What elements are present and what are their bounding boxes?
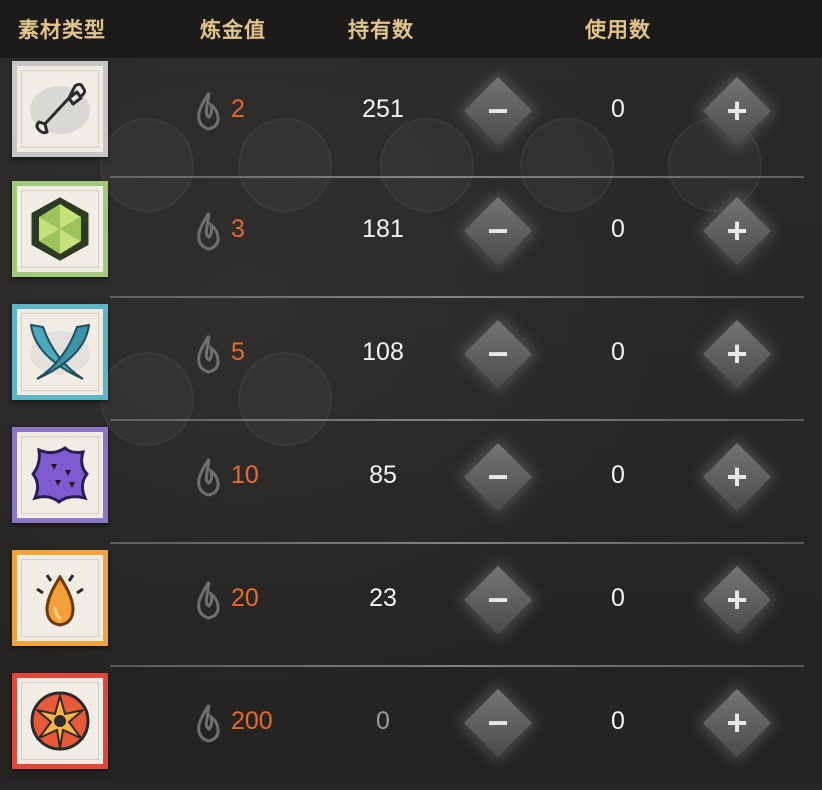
owned-count: 251 — [362, 95, 404, 123]
owned-count: 85 — [369, 461, 397, 489]
used-count: 0 — [611, 584, 625, 612]
material-row: 3 181 − 0 + — [0, 175, 822, 298]
material-row: 5 108 − 0 + — [0, 298, 822, 421]
decrease-button[interactable]: − — [464, 197, 532, 265]
flame-icon — [197, 335, 220, 374]
material-card[interactable] — [12, 427, 108, 523]
minus-icon: − — [487, 210, 509, 251]
plus-icon: + — [726, 90, 748, 131]
used-count: 0 — [611, 461, 625, 489]
minus-icon: − — [487, 579, 509, 620]
material-row: 20 23 − 0 + — [0, 544, 822, 667]
used-count: 0 — [611, 338, 625, 366]
table-header: 素材类型 炼金值 持有数 使用数 — [0, 0, 822, 58]
hexagon-crystal-icon — [31, 197, 89, 261]
material-card[interactable] — [12, 550, 108, 646]
flame-icon — [197, 581, 220, 620]
plus-icon: + — [726, 210, 748, 251]
decrease-button[interactable]: − — [464, 320, 532, 388]
plus-icon: + — [726, 579, 748, 620]
material-card[interactable] — [12, 304, 108, 400]
material-card[interactable] — [12, 181, 108, 277]
decrease-button[interactable]: − — [464, 689, 532, 757]
flame-icon — [197, 704, 220, 743]
used-count: 0 — [611, 707, 625, 735]
flame-icon — [197, 212, 220, 251]
flame-icon — [197, 458, 220, 497]
increase-button[interactable]: + — [703, 320, 771, 388]
decrease-button[interactable]: − — [464, 443, 532, 511]
alchemy-value: 10 — [231, 461, 259, 489]
alchemy-material-panel: 素材类型 炼金值 持有数 使用数 2 251 − 0 + 3 181 − 0 +… — [0, 0, 822, 781]
used-count: 0 — [611, 215, 625, 243]
minus-icon: − — [487, 456, 509, 497]
increase-button[interactable]: + — [703, 689, 771, 757]
header-owned-count: 持有数 — [348, 19, 414, 42]
material-row: 10 85 − 0 + — [0, 421, 822, 544]
increase-button[interactable]: + — [703, 197, 771, 265]
material-card[interactable] — [12, 61, 108, 157]
minus-icon: − — [487, 702, 509, 743]
alchemy-value: 20 — [231, 584, 259, 612]
owned-count: 181 — [362, 215, 404, 243]
plus-icon: + — [726, 456, 748, 497]
bone-icon — [30, 82, 90, 135]
material-card[interactable] — [12, 673, 108, 769]
decrease-button[interactable]: − — [464, 566, 532, 634]
used-count: 0 — [611, 95, 625, 123]
header-alchemy-value: 炼金值 — [200, 19, 266, 42]
owned-count: 108 — [362, 338, 404, 366]
alchemy-value: 3 — [231, 215, 245, 243]
material-row: 200 0 − 0 + — [0, 667, 822, 790]
increase-button[interactable]: + — [703, 77, 771, 145]
alchemy-value: 5 — [231, 338, 245, 366]
crossed-fangs-icon — [29, 323, 91, 380]
owned-count: 0 — [376, 707, 390, 735]
alchemy-value: 2 — [231, 95, 245, 123]
header-material-type: 素材类型 — [18, 19, 106, 42]
increase-button[interactable]: + — [703, 566, 771, 634]
material-row: 2 251 − 0 + — [0, 55, 822, 178]
alchemy-value: 200 — [231, 707, 273, 735]
header-used-count: 使用数 — [585, 19, 651, 42]
plus-icon: + — [726, 702, 748, 743]
owned-count: 23 — [369, 584, 397, 612]
purple-hide-icon — [31, 446, 90, 504]
plus-icon: + — [726, 333, 748, 374]
minus-icon: − — [487, 90, 509, 131]
decrease-button[interactable]: − — [464, 77, 532, 145]
minus-icon: − — [487, 333, 509, 374]
flame-icon — [197, 92, 220, 131]
red-star-core-icon — [30, 691, 90, 751]
increase-button[interactable]: + — [703, 443, 771, 511]
amber-drop-icon — [36, 574, 84, 627]
